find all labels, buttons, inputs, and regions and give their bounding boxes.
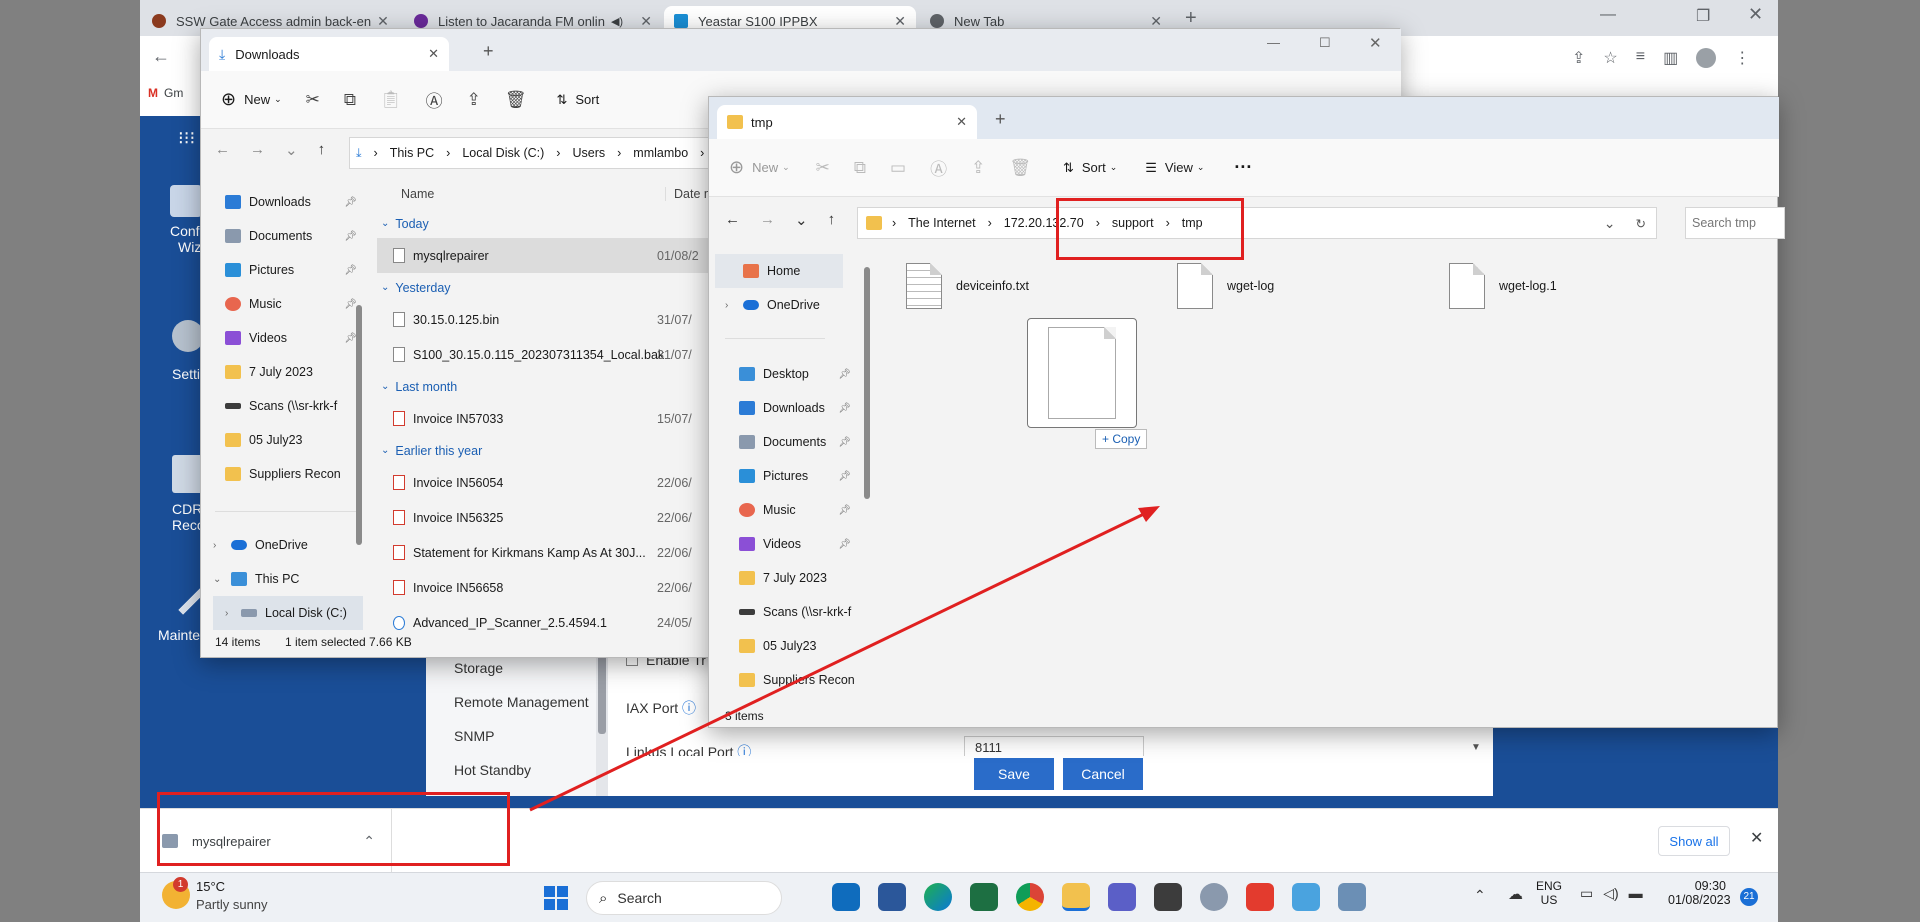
annotation-arrow: [529, 506, 1160, 812]
